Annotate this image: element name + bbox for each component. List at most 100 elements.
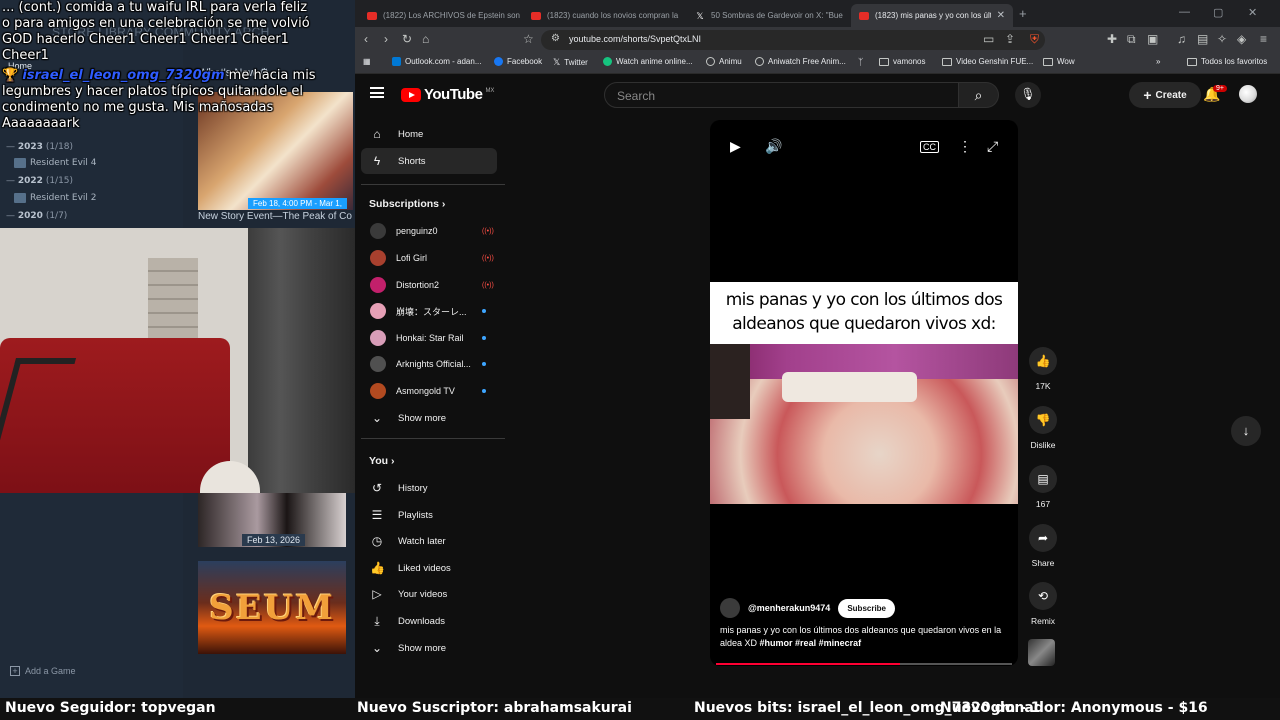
short-video-player[interactable]: ▶ 🔊 CC ⋮ ⤢ mis panas y yo con los último… (710, 120, 1018, 666)
youtube-icon (367, 11, 377, 20)
short-title[interactable]: mis panas y yo con los últimos dos aldea… (720, 624, 1010, 650)
bookmark-folder[interactable]: Video Genshin FUE... (942, 57, 1033, 66)
hamburger-menu-icon[interactable] (370, 87, 384, 98)
new-tab-button[interactable]: + (1019, 6, 1027, 21)
play-icon[interactable]: ▶ (730, 138, 741, 155)
subscription-item[interactable]: Lofi Girl ((•)) (361, 245, 497, 271)
subscription-item[interactable]: Honkai: Star Rail (361, 325, 497, 351)
search-icon[interactable]: ⌕ (959, 82, 999, 108)
seum-game-art[interactable]: SEUM (198, 561, 346, 654)
bookmark-item[interactable]: Facebook (494, 57, 542, 66)
bookmark-item[interactable]: Aniwatch Free Anim... (755, 57, 846, 66)
show-more-subscriptions[interactable]: ⌄ Show more (361, 405, 497, 431)
audio-source-thumbnail[interactable] (1028, 639, 1055, 666)
home-icon[interactable]: ⌂ (422, 32, 429, 46)
bookmark-item[interactable]: Outlook.com - adan... (392, 57, 481, 66)
sidebar-item-history[interactable]: ↺ History (361, 475, 497, 501)
bookmark-folder[interactable]: vamonos (879, 57, 925, 66)
share-icon[interactable]: ⇪ (1005, 32, 1015, 46)
sidebar-item-downloads[interactable]: ⤓ Downloads (361, 608, 497, 634)
steam-year-2020[interactable]: — 2020 (1/7) (6, 211, 67, 221)
subscription-item[interactable]: Asmongold TV (361, 378, 497, 404)
show-more-you[interactable]: ⌄ Show more (361, 635, 497, 661)
steam-year-2023[interactable]: — 2023 (1/18) (6, 142, 73, 152)
progress-bar[interactable] (716, 663, 1012, 665)
apps-icon[interactable]: ▦ (363, 57, 371, 66)
sidebar-item-your-videos[interactable]: ▷ Your videos (361, 581, 497, 607)
subscription-item[interactable]: Arknights Official... (361, 351, 497, 377)
steam-game-item[interactable]: Resident Evil 2 (14, 193, 97, 203)
aniwatch-icon (755, 57, 764, 66)
steam-year-2022[interactable]: — 2022 (1/15) (6, 176, 73, 186)
bookmarks-overflow-icon[interactable]: » (1156, 57, 1160, 66)
more-options-icon[interactable]: ⋮ (958, 138, 972, 155)
browser-tab[interactable]: (1823) cuando los novios compran la (523, 4, 685, 27)
channel-name[interactable]: @menherakun9474 (748, 603, 830, 613)
subscription-item[interactable]: penguinz0 ((•)) (361, 218, 497, 244)
subscription-item[interactable]: 崩壊：スターレ... (361, 298, 497, 324)
bookmark-item[interactable]: ᛉ (858, 57, 863, 67)
minimize-icon[interactable]: — (1179, 6, 1190, 18)
music-icon[interactable]: ♫ (1177, 32, 1186, 46)
youtube-logo[interactable]: YouTube MX (401, 86, 494, 103)
like-button[interactable]: 👍 17K (1023, 347, 1063, 391)
browser-tab[interactable]: (1822) Los ARCHIVOS de Epstein son (359, 4, 521, 27)
sidebar-item-watch-later[interactable]: ◷ Watch later (361, 528, 497, 554)
brave-shield-icon[interactable]: ⛨ (1030, 32, 1039, 47)
puzzle-icon[interactable]: ⧉ (1127, 32, 1136, 47)
site-info-icon[interactable]: ⚙ (551, 33, 560, 44)
outlook-icon (392, 57, 401, 66)
subscription-item[interactable]: Distortion2 ((•)) (361, 272, 497, 298)
next-short-down-arrow-icon[interactable]: ↓ (1231, 416, 1261, 446)
maximize-icon[interactable]: ▢ (1213, 6, 1223, 19)
leo-icon[interactable]: ✧ (1217, 32, 1227, 46)
browser-tab[interactable]: 𝕏 50 Sombras de Gardevoir on X: "Bue (687, 4, 849, 27)
volume-icon[interactable]: 🔊 (765, 138, 782, 155)
game-thumb-icon (14, 158, 26, 168)
chat-message: ... (cont.) comida a tu waifu IRL para v… (2, 0, 310, 63)
close-tab-icon[interactable]: ✕ (997, 10, 1005, 21)
forward-icon[interactable]: › (384, 32, 388, 46)
create-button[interactable]: + Create (1129, 82, 1201, 108)
sidebar-item-shorts[interactable]: ϟ Shorts (361, 148, 497, 174)
reload-icon[interactable]: ↻ (402, 32, 412, 46)
subscribe-button[interactable]: Subscribe (838, 598, 896, 618)
avatar[interactable] (1239, 85, 1257, 103)
bookmark-folder[interactable]: Todos los favoritos (1187, 57, 1267, 66)
close-window-icon[interactable]: ✕ (1248, 6, 1257, 19)
steam-event-title[interactable]: New Story Event—The Peak of Co (198, 211, 352, 222)
screen: STORE LIBRARY COMMUNITY ARCH Home — 2023… (0, 0, 1280, 720)
wallet-icon[interactable]: ▤ (1197, 32, 1208, 46)
you-heading[interactable]: You › (369, 455, 394, 467)
share-button[interactable]: ➦ Share (1023, 524, 1063, 568)
sidebar-icon[interactable]: ▣ (1147, 32, 1158, 46)
captions-icon[interactable]: CC (920, 141, 939, 153)
browser-tab-active[interactable]: (1823) mis panas y yo con los últimos✕ (851, 4, 1013, 27)
subscriptions-heading[interactable]: Subscriptions › (369, 198, 445, 210)
bookmark-folder[interactable]: Wow (1043, 57, 1075, 66)
comments-button[interactable]: ▤ 167 (1023, 465, 1063, 509)
bookmark-item[interactable]: 𝕏 Twitter (553, 57, 588, 68)
back-icon[interactable]: ‹ (364, 32, 368, 46)
sidebar-item-home[interactable]: ⌂ Home (361, 121, 497, 147)
sidebar-item-playlists[interactable]: ☰ Playlists (361, 502, 497, 528)
extension-icon[interactable]: ✚ (1107, 32, 1117, 46)
search-input[interactable]: Search (604, 82, 959, 108)
steam-add-game-button[interactable]: + Add a Game (10, 666, 76, 676)
playlist-icon: ☰ (371, 508, 383, 522)
new-content-dot (482, 389, 486, 393)
remix-button[interactable]: ⟲ Remix (1023, 582, 1063, 626)
address-bar[interactable]: ⚙ youtube.com/shorts/SvpetQtxLNI (541, 30, 1045, 50)
dislike-button[interactable]: 👎 Dislike (1023, 406, 1063, 450)
bookmark-item[interactable]: Watch anime online... (603, 57, 693, 66)
steam-game-item[interactable]: Resident Evil 4 (14, 158, 97, 168)
vpn-icon[interactable]: ◈ (1237, 32, 1246, 46)
avatar[interactable] (720, 598, 740, 618)
youtube-icon (859, 11, 869, 20)
sidebar-item-liked-videos[interactable]: 👍 Liked videos (361, 555, 497, 581)
fullscreen-icon[interactable]: ⤢ (987, 138, 998, 155)
bookmark-icon[interactable]: ☆ (523, 32, 534, 46)
menu-icon[interactable]: ≡ (1260, 32, 1267, 46)
bookmark-item[interactable]: Animu (706, 57, 742, 66)
cast-icon[interactable]: ▭ (983, 32, 994, 46)
